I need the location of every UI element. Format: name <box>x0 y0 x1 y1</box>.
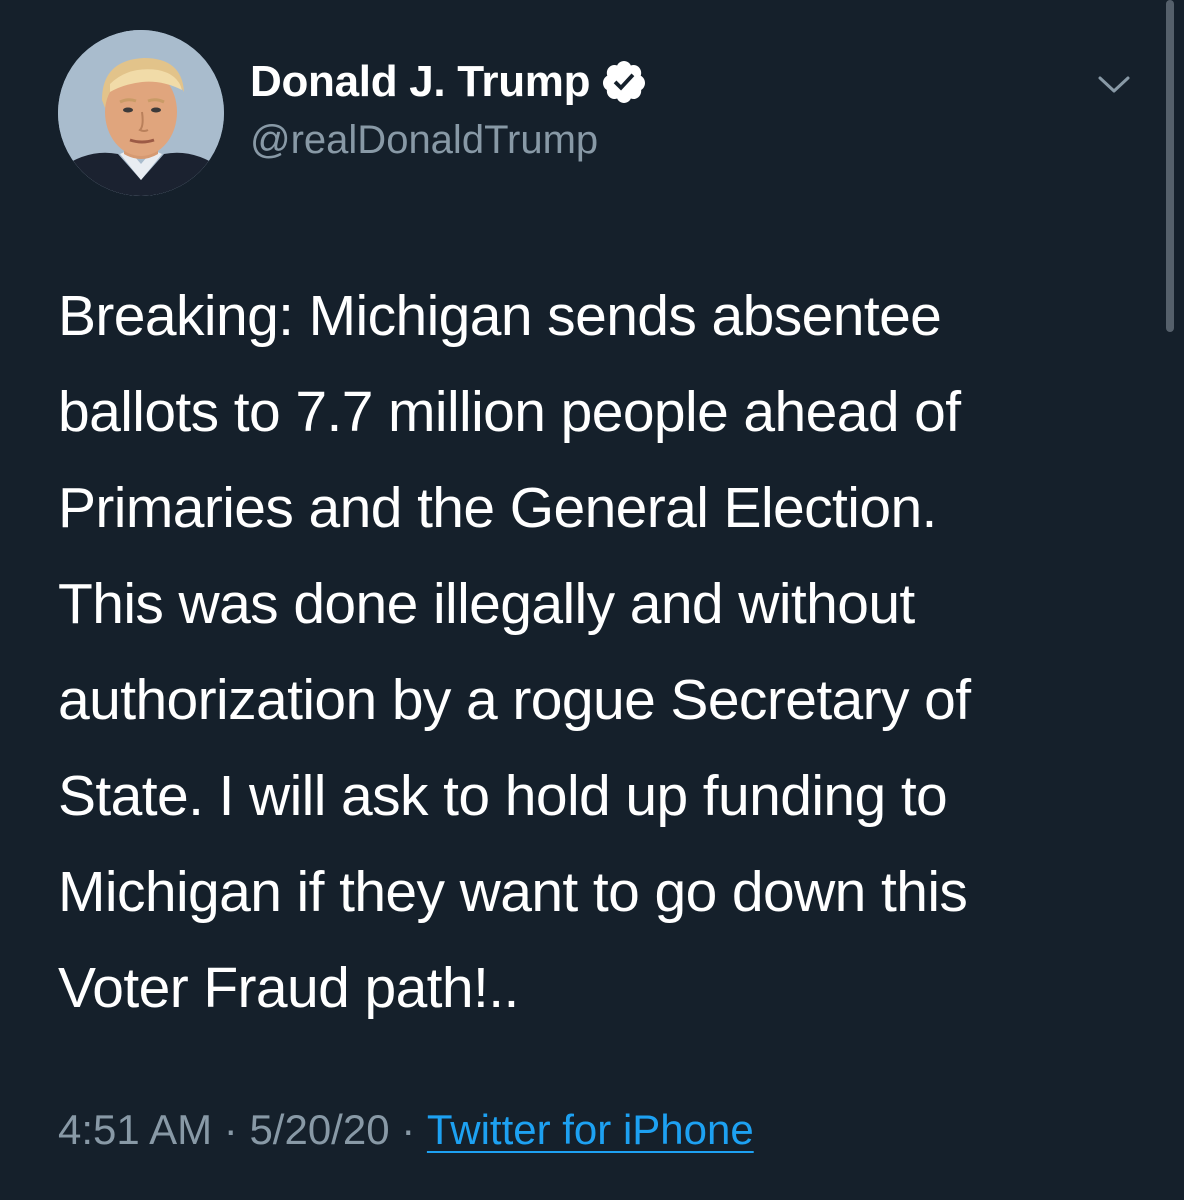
tweet-date[interactable]: 5/20/20 <box>249 1106 389 1154</box>
tweet-text: Breaking: Michigan sends absentee ballot… <box>58 284 971 1020</box>
author-handle[interactable]: @realDonaldTrump <box>250 118 598 163</box>
tweet-metadata: 4:51 AM · 5/20/20 · Twitter for iPhone <box>58 1106 754 1154</box>
tweet-detail: Donald J. Trump @realDonaldTrump Breakin… <box>0 0 1184 1200</box>
chevron-down-icon[interactable] <box>1092 62 1136 106</box>
avatar-image <box>58 30 224 196</box>
tweet-time[interactable]: 4:51 AM <box>58 1106 212 1154</box>
separator: · <box>212 1106 250 1153</box>
display-name[interactable]: Donald J. Trump <box>250 57 591 107</box>
verified-badge-icon <box>600 58 648 106</box>
scrollbar[interactable] <box>1166 0 1174 332</box>
avatar[interactable] <box>58 30 224 196</box>
tweet-source-link[interactable]: Twitter for iPhone <box>427 1106 754 1154</box>
author-name-row[interactable]: Donald J. Trump <box>250 54 648 110</box>
separator: · <box>389 1106 427 1153</box>
